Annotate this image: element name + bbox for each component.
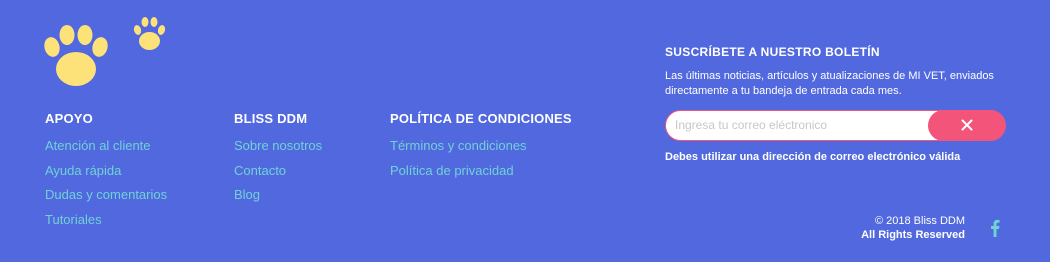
rights-text: All Rights Reserved [861,229,965,241]
column-title: BLISS DDM [234,111,308,126]
link-politica-de-privacidad[interactable]: Política de privacidad [390,159,572,184]
link-atencion-al-cliente[interactable]: Atención al cliente [45,134,167,159]
link-tutoriales[interactable]: Tutoriales [45,208,167,233]
close-icon [961,119,972,131]
newsletter-title: SUSCRÍBETE A NUESTRO BOLETÍN [665,45,880,59]
newsletter-section: SUSCRÍBETE A NUESTRO BOLETÍN Las últimas… [665,44,1010,164]
link-dudas-y-comentarios[interactable]: Dudas y comentarios [45,183,167,208]
footer-column-bliss-ddm: BLISS DDM Sobre nosotros Contacto Blog [234,110,322,208]
link-blog[interactable]: Blog [234,183,322,208]
email-error-message: Debes utilizar una dirección de correo e… [665,151,961,163]
paw-logo [40,14,180,94]
facebook-icon[interactable] [988,219,1002,237]
link-sobre-nosotros[interactable]: Sobre nosotros [234,134,322,159]
link-ayuda-rapida[interactable]: Ayuda rápida [45,159,167,184]
paw-icon [44,25,108,86]
column-title: APOYO [45,111,93,126]
email-input[interactable] [666,111,928,139]
subscribe-button[interactable] [927,109,1006,141]
newsletter-description: Las últimas noticias, artículos y atuali… [665,70,994,97]
footer-column-apoyo: APOYO Atención al cliente Ayuda rápida D… [45,110,167,232]
copyright: © 2018 Bliss DDM All Rights Reserved [861,214,965,242]
column-title: POLÍTICA DE CONDICIONES [390,111,572,126]
copyright-text: © 2018 Bliss DDM [874,215,965,227]
paw-icon [133,17,166,50]
subscribe-form [665,109,1006,141]
link-contacto[interactable]: Contacto [234,159,322,184]
link-terminos-y-condiciones[interactable]: Términos y condiciones [390,134,572,159]
footer-column-politica: POLÍTICA DE CONDICIONES Términos y condi… [390,110,572,183]
